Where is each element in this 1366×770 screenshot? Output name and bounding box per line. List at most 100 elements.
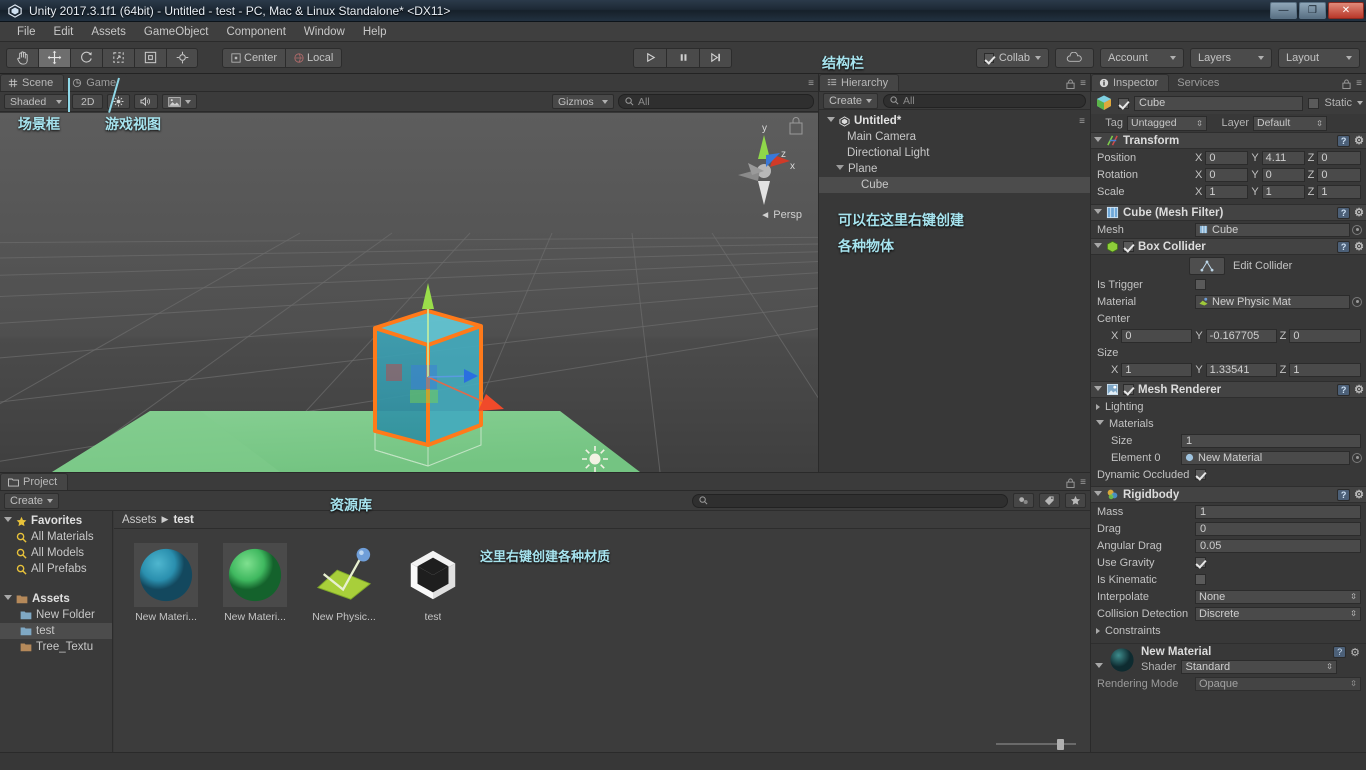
chevron-right-icon[interactable] bbox=[1096, 403, 1100, 410]
interpolate-dropdown[interactable]: None ⇳ bbox=[1195, 589, 1361, 604]
rotation-x-input[interactable]: 0 bbox=[1205, 167, 1249, 182]
mesh-picker-button[interactable] bbox=[1352, 224, 1362, 235]
project-favorite-all-models[interactable]: All Models bbox=[0, 545, 112, 561]
hierarchy-create-button[interactable]: Create bbox=[823, 92, 879, 109]
chevron-right-icon[interactable] bbox=[1096, 627, 1100, 634]
menu-item-component[interactable]: Component bbox=[217, 24, 294, 40]
menu-item-assets[interactable]: Assets bbox=[82, 24, 135, 40]
layout-button[interactable]: Layout bbox=[1278, 47, 1360, 68]
menu-item-file[interactable]: File bbox=[8, 24, 45, 40]
gear-icon[interactable]: ⚙ bbox=[1354, 206, 1364, 219]
cloud-button[interactable] bbox=[1055, 47, 1094, 68]
drag-input[interactable]: 0 bbox=[1195, 521, 1361, 536]
hierarchy-tab-menu[interactable]: ≡ bbox=[1066, 78, 1086, 89]
scene-projection-label[interactable]: ◄ Persp bbox=[760, 209, 802, 221]
scene-tab-menu[interactable]: ≡ bbox=[808, 78, 814, 89]
mesh-object-field[interactable]: Cube bbox=[1195, 222, 1350, 237]
transform-tool-button[interactable] bbox=[166, 47, 198, 68]
breadcrumb-assets[interactable]: Assets bbox=[122, 514, 157, 526]
help-icon[interactable]: ? bbox=[1337, 206, 1351, 219]
pause-button[interactable] bbox=[666, 47, 699, 68]
project-tab-menu[interactable]: ≡ bbox=[1066, 477, 1086, 488]
material-preview-header[interactable]: New Material Shader Standard ⇳ ? ⚙ bbox=[1091, 643, 1366, 675]
rotate-tool-button[interactable] bbox=[70, 47, 102, 68]
tag-dropdown[interactable]: Untagged ⇳ bbox=[1127, 115, 1207, 131]
scene-orientation-gizmo[interactable]: y x z bbox=[722, 117, 806, 209]
scene-effects-dropdown[interactable] bbox=[162, 94, 198, 109]
hand-tool-button[interactable] bbox=[6, 47, 38, 68]
chevron-down-icon[interactable] bbox=[1094, 385, 1102, 394]
chevron-down-icon[interactable] bbox=[1094, 490, 1102, 499]
position-x-input[interactable]: 0 bbox=[1205, 150, 1249, 165]
materials-size-input[interactable]: 1 bbox=[1181, 433, 1361, 448]
gear-icon[interactable]: ⚙ bbox=[1354, 240, 1364, 253]
help-icon[interactable]: ? bbox=[1337, 488, 1351, 501]
layers-button[interactable]: Layers bbox=[1190, 47, 1272, 68]
chevron-down-icon[interactable] bbox=[1094, 242, 1102, 251]
asset-item[interactable]: test bbox=[395, 543, 471, 623]
tab-project[interactable]: Project bbox=[0, 473, 69, 490]
layer-dropdown[interactable]: Default ⇳ bbox=[1253, 115, 1327, 131]
tab-services[interactable]: Services bbox=[1169, 74, 1231, 91]
chevron-down-icon[interactable] bbox=[4, 517, 12, 525]
chevron-down-icon[interactable] bbox=[1095, 663, 1103, 671]
project-favorite-all-prefabs[interactable]: All Prefabs bbox=[0, 561, 112, 577]
hierarchy-item-plane[interactable]: Plane bbox=[819, 161, 1090, 177]
menu-item-edit[interactable]: Edit bbox=[45, 24, 83, 40]
mass-input[interactable]: 1 bbox=[1195, 504, 1361, 519]
mesh-renderer-enabled-checkbox[interactable] bbox=[1123, 384, 1134, 395]
physic-material-field[interactable]: New Physic Mat bbox=[1195, 294, 1350, 309]
static-checkbox[interactable] bbox=[1308, 97, 1320, 109]
pivot-mode-button[interactable]: Center bbox=[222, 47, 286, 68]
scene-viewport[interactable]: y x z ◄ Persp bbox=[0, 113, 818, 472]
chevron-down-icon[interactable] bbox=[4, 595, 12, 603]
rendering-mode-dropdown[interactable]: Opaque ⇳ bbox=[1195, 676, 1361, 691]
component-header-box-collider[interactable]: Box Collider ? ⚙ bbox=[1091, 238, 1366, 255]
shading-mode-dropdown[interactable]: Shaded bbox=[4, 94, 68, 109]
help-icon[interactable]: ? bbox=[1337, 240, 1351, 253]
minimize-button[interactable]: — bbox=[1270, 2, 1297, 19]
component-header-mesh-renderer[interactable]: Mesh Renderer ? ⚙ bbox=[1091, 381, 1366, 398]
gear-icon[interactable]: ⚙ bbox=[1354, 383, 1364, 396]
size-z-input[interactable]: 1 bbox=[1289, 362, 1361, 377]
center-x-input[interactable]: 0 bbox=[1121, 328, 1193, 343]
rect-tool-button[interactable] bbox=[134, 47, 166, 68]
physic-material-picker-button[interactable] bbox=[1352, 296, 1362, 307]
move-tool-button[interactable] bbox=[38, 47, 70, 68]
gear-icon[interactable]: ⚙ bbox=[1350, 646, 1360, 659]
gear-icon[interactable]: ⚙ bbox=[1354, 134, 1364, 147]
box-collider-enabled-checkbox[interactable] bbox=[1123, 241, 1134, 252]
chevron-down-icon[interactable] bbox=[1357, 101, 1363, 105]
chevron-down-icon[interactable] bbox=[1094, 136, 1102, 145]
constraints-foldout[interactable]: Constraints bbox=[1091, 622, 1366, 639]
element0-picker-button[interactable] bbox=[1352, 452, 1362, 463]
project-filter-type-button[interactable] bbox=[1013, 493, 1034, 508]
asset-item[interactable]: New Physic... bbox=[306, 543, 382, 623]
collab-button[interactable]: Collab bbox=[975, 47, 1049, 68]
menu-item-help[interactable]: Help bbox=[354, 24, 396, 40]
size-y-input[interactable]: 1.33541 bbox=[1205, 362, 1277, 377]
help-icon[interactable]: ? bbox=[1333, 646, 1347, 658]
inspector-tab-menu[interactable]: ≡ bbox=[1342, 78, 1362, 89]
dynamic-occluded-checkbox[interactable] bbox=[1195, 469, 1206, 480]
project-folder-tree-texture[interactable]: Tree_Textu bbox=[0, 639, 112, 655]
materials-foldout[interactable]: Materials bbox=[1091, 415, 1366, 432]
play-button[interactable] bbox=[633, 47, 666, 68]
toggle-2d-button[interactable]: 2D bbox=[72, 94, 104, 109]
position-z-input[interactable]: 0 bbox=[1317, 150, 1361, 165]
close-button[interactable]: ✕ bbox=[1328, 2, 1364, 19]
hierarchy-item-cube[interactable]: Cube bbox=[819, 177, 1090, 193]
angular-drag-input[interactable]: 0.05 bbox=[1195, 538, 1361, 553]
edit-collider-button[interactable] bbox=[1189, 256, 1225, 275]
is-trigger-checkbox[interactable] bbox=[1195, 279, 1206, 290]
maximize-button[interactable]: ❐ bbox=[1299, 2, 1326, 19]
project-folder-new-folder[interactable]: New Folder bbox=[0, 607, 112, 623]
scale-tool-button[interactable] bbox=[102, 47, 134, 68]
space-mode-button[interactable]: Local bbox=[285, 47, 343, 68]
account-button[interactable]: Account bbox=[1100, 47, 1184, 68]
asset-item[interactable]: New Materi... bbox=[217, 543, 293, 623]
project-favorites-root[interactable]: Favorites bbox=[0, 513, 112, 529]
position-y-input[interactable]: 4.11 bbox=[1261, 150, 1305, 165]
project-create-button[interactable]: Create bbox=[4, 492, 60, 509]
asset-item[interactable]: New Materi... bbox=[128, 543, 204, 623]
